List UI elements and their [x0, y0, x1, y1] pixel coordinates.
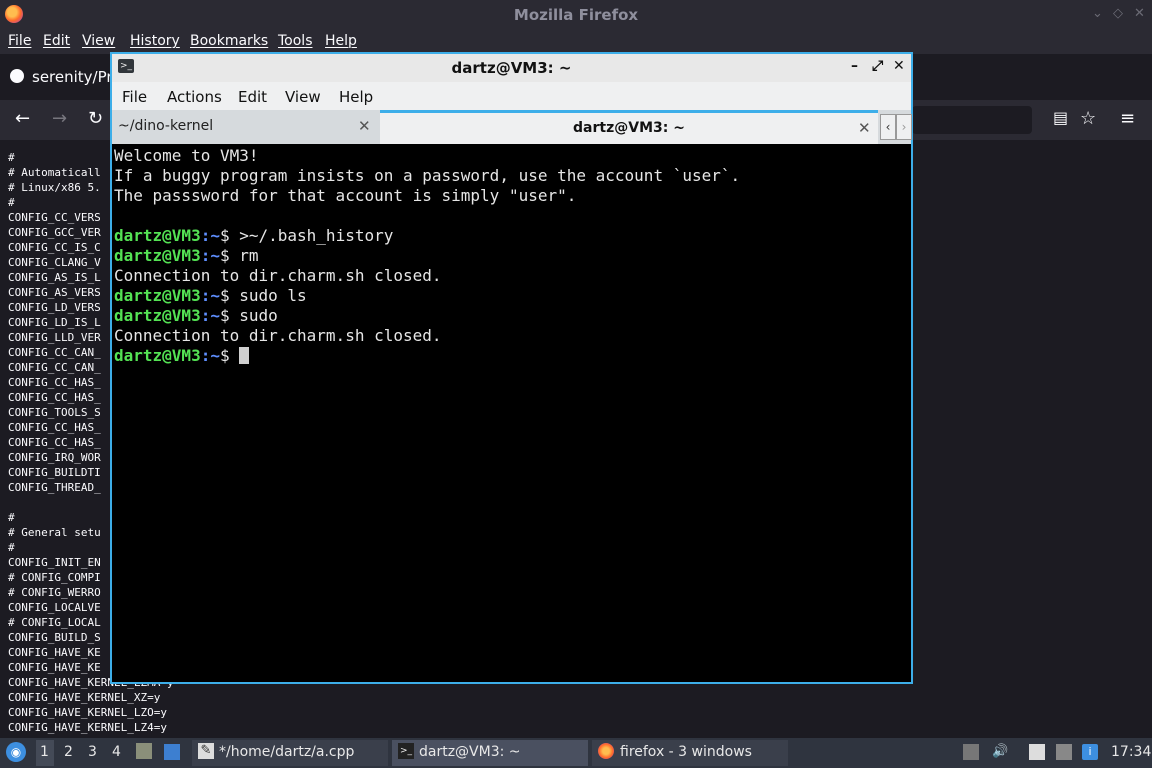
- prompt-path: :~: [200, 246, 220, 265]
- menu-edit[interactable]: Edit: [43, 33, 70, 49]
- tab-close-icon[interactable]: ✕: [858, 119, 871, 137]
- prompt-path: :~: [200, 306, 220, 325]
- terminal-output-line: If a buggy program insists on a password…: [114, 166, 741, 185]
- terminal-icon: >_: [118, 59, 134, 73]
- config-line: CONFIG_HAVE_KERNEL_LZO=y: [8, 706, 167, 719]
- terminal-tab-dino-kernel[interactable]: ~/dino-kernel ✕: [112, 112, 378, 142]
- prompt-path: :~: [200, 226, 220, 245]
- start-menu-icon[interactable]: ◉: [6, 742, 26, 762]
- terminal-output-line: Connection to dir.charm.sh closed.: [114, 326, 442, 345]
- removable-media-icon[interactable]: [963, 744, 979, 760]
- maximize-icon[interactable]: ◇: [1113, 6, 1123, 21]
- clipboard-icon[interactable]: [1029, 744, 1045, 760]
- notification-icon[interactable]: i: [1082, 744, 1098, 760]
- url-bar[interactable]: [912, 106, 1032, 134]
- show-desktop-icon[interactable]: [164, 744, 180, 760]
- prompt-user: dartz@VM3: [114, 306, 201, 325]
- task-editor-label: */home/dartz/a.cpp: [219, 744, 355, 760]
- prompt-symbol: $: [219, 306, 240, 325]
- command-text: sudo: [239, 306, 278, 325]
- terminal-minimize-icon[interactable]: –: [851, 58, 858, 74]
- volume-icon[interactable]: 🔊: [992, 744, 1008, 760]
- firefox-window-title: Mozilla Firefox: [513, 6, 639, 24]
- editor-icon: ✎: [198, 743, 214, 759]
- menu-history[interactable]: History: [130, 33, 180, 49]
- prompt-symbol: $: [219, 346, 240, 365]
- github-icon: [10, 69, 24, 83]
- command-text: sudo ls: [239, 286, 307, 305]
- menu-tools[interactable]: Tools: [278, 33, 313, 49]
- workspace-1[interactable]: 1: [40, 744, 49, 760]
- terminal-output-line: Welcome to VM3!: [114, 146, 259, 165]
- back-icon[interactable]: ←: [15, 108, 30, 129]
- command-text: >~/.bash_history: [239, 226, 394, 245]
- terminal-maximize-icon[interactable]: ⤢: [872, 58, 883, 74]
- terminal-command-line: dartz@VM3:~$ sudo ls: [114, 286, 740, 306]
- terminal-menubar: [112, 82, 911, 110]
- terminal-output-line: Connection to dir.charm.sh closed.: [114, 266, 442, 285]
- terminal-tab-label: ~/dino-kernel: [118, 118, 214, 134]
- terminal-task-icon: >_: [398, 743, 414, 759]
- menu-file[interactable]: File: [8, 33, 31, 49]
- workspace-3[interactable]: 3: [88, 744, 97, 760]
- terminal-tab-active[interactable]: dartz@VM3: ~ ✕: [380, 110, 878, 144]
- prompt-symbol: $: [219, 246, 240, 265]
- terminal-window-title: dartz@VM3: ~: [451, 59, 572, 77]
- firefox-titlebar[interactable]: Mozilla Firefox: [0, 0, 1152, 30]
- prompt-path: :~: [200, 346, 220, 365]
- workspace-2[interactable]: 2: [64, 744, 73, 760]
- prompt-user: dartz@VM3: [114, 246, 201, 265]
- tab-scroll-right-icon[interactable]: ›: [896, 114, 912, 140]
- tab-scroll-left-icon[interactable]: ‹: [880, 114, 896, 140]
- prompt-user: dartz@VM3: [114, 286, 201, 305]
- terminal-menu-help[interactable]: Help: [339, 88, 373, 106]
- clock[interactable]: 17:34: [1111, 744, 1151, 760]
- terminal-close-icon[interactable]: ✕: [893, 58, 905, 74]
- prompt-user: dartz@VM3: [114, 346, 201, 365]
- terminal-tab-label: dartz@VM3: ~: [573, 120, 685, 136]
- menu-help[interactable]: Help: [325, 33, 357, 49]
- terminal-command-line: dartz@VM3:~$ >~/.bash_history: [114, 226, 740, 246]
- terminal-command-line: dartz@VM3:~$: [114, 346, 740, 366]
- hamburger-menu-icon[interactable]: ≡: [1120, 108, 1135, 129]
- forward-icon[interactable]: →: [52, 108, 67, 129]
- task-terminal-label: dartz@VM3: ~: [419, 744, 521, 760]
- terminal-menu-view[interactable]: View: [285, 88, 321, 106]
- tab-close-icon[interactable]: ✕: [358, 117, 371, 135]
- terminal-output-line: The passsword for that account is simply…: [114, 186, 577, 205]
- terminal-output[interactable]: Welcome to VM3! If a buggy program insist…: [114, 146, 740, 366]
- terminal-menu-file[interactable]: File: [122, 88, 147, 106]
- terminal-command-line: dartz@VM3:~$ sudo: [114, 306, 740, 326]
- reader-view-icon[interactable]: ▤: [1053, 108, 1068, 127]
- prompt-user: dartz@VM3: [114, 226, 201, 245]
- terminal-menu-edit[interactable]: Edit: [238, 88, 267, 106]
- firefox-logo-icon: [5, 5, 23, 23]
- menu-bookmarks[interactable]: Bookmarks: [190, 33, 268, 49]
- prompt-path: :~: [200, 286, 220, 305]
- menu-view[interactable]: View: [82, 33, 115, 49]
- command-text: rm: [239, 246, 259, 265]
- minimize-icon[interactable]: ⌄: [1092, 6, 1103, 21]
- bookmark-star-icon[interactable]: ☆: [1080, 108, 1096, 129]
- close-icon[interactable]: ✕: [1134, 6, 1145, 21]
- prompt-symbol: $: [219, 286, 240, 305]
- firefox-tab-title[interactable]: serenity/Pro: [32, 68, 121, 86]
- prompt-symbol: $: [219, 226, 240, 245]
- firefox-task-icon: [598, 743, 614, 759]
- config-line: CONFIG_HAVE_KERNEL_LZ4=y: [8, 721, 167, 734]
- terminal-command-line: dartz@VM3:~$ rm: [114, 246, 740, 266]
- terminal-menu-actions[interactable]: Actions: [167, 88, 222, 106]
- config-line: CONFIG_HAVE_KERNEL_XZ=y: [8, 691, 161, 704]
- reload-icon[interactable]: ↻: [88, 108, 103, 129]
- text-cursor: [239, 347, 250, 364]
- file-manager-icon[interactable]: [136, 743, 152, 759]
- terminal-titlebar[interactable]: dartz@VM3: ~: [112, 54, 911, 82]
- workspace-4[interactable]: 4: [112, 744, 121, 760]
- task-firefox-label: firefox - 3 windows: [620, 744, 752, 760]
- network-icon[interactable]: [1056, 744, 1072, 760]
